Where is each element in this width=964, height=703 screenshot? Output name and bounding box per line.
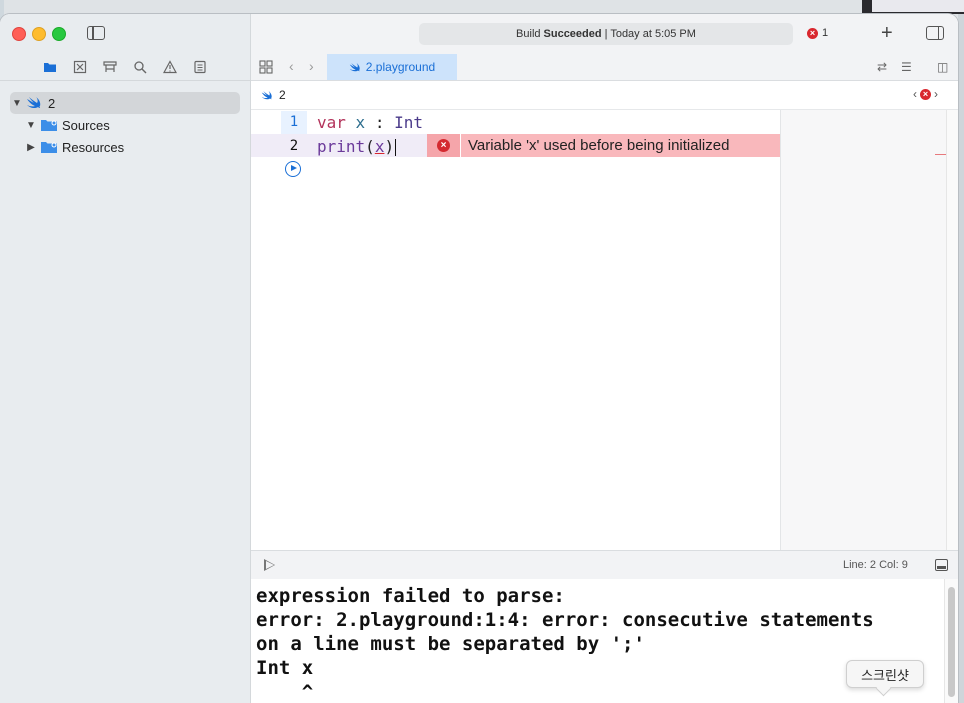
tab-playground[interactable]: 2.playground [327, 54, 457, 80]
desktop-right-edge [958, 0, 964, 703]
status-result: Succeeded [543, 28, 602, 40]
folder-icon [41, 142, 57, 153]
status-time: | Today at 5:05 PM [604, 28, 696, 40]
error-icon[interactable]: × [920, 88, 931, 100]
play-icon[interactable] [264, 559, 275, 571]
tree-item-label: Resources [62, 139, 125, 155]
previous-issue-icon[interactable]: ‹ [913, 87, 917, 101]
console-line: expression failed to parse: [256, 585, 565, 607]
report-icon[interactable] [192, 59, 208, 75]
source-control-icon[interactable] [72, 59, 88, 75]
swift-icon [27, 97, 41, 109]
results-sidebar [780, 110, 949, 550]
inspector-toggle-icon[interactable] [926, 26, 944, 40]
console-scrollbar[interactable] [944, 579, 958, 703]
source-editor[interactable]: 1 2 var x : Int print(x) × Variable 'x' … [251, 110, 780, 550]
folder-icon[interactable] [42, 59, 58, 75]
console-toggle-icon[interactable] [935, 559, 948, 571]
editor-scrollbar[interactable] [946, 110, 958, 550]
console-text: expression failed to parse: error: 2.pla… [256, 584, 874, 703]
code-line-2[interactable]: print(x) [317, 135, 397, 158]
swift-icon [349, 62, 360, 71]
swap-icon[interactable]: ⇄ [877, 60, 893, 74]
error-message: Variable 'x' used before being initializ… [468, 137, 730, 154]
window-toolbar: Build Succeeded | Today at 5:05 PM × 1 + [251, 14, 958, 55]
jump-bar: 2 ‹ × › [251, 81, 958, 110]
function-name: print [317, 137, 366, 156]
run-playground-icon[interactable] [285, 161, 301, 177]
console-line: error: 2.playground:1:4: error: consecut… [256, 609, 874, 631]
console-line: Int x [256, 657, 314, 679]
error-count: 1 [822, 27, 829, 39]
grid-icon[interactable] [259, 60, 273, 74]
folder-icon [41, 120, 57, 131]
jump-bar-item[interactable]: 2 [261, 88, 286, 102]
back-icon[interactable]: ‹ [289, 58, 294, 74]
tab-label: 2.playground [365, 60, 436, 74]
swift-icon [261, 90, 272, 99]
identifier: x [355, 113, 366, 132]
tree-item-resources[interactable]: ▶ Resources [24, 136, 124, 158]
screenshot-tooltip: 스크린샷 [846, 660, 924, 688]
tree-item-label: 2 [48, 95, 56, 111]
xcode-window: ▼ 2 ▼ Sources ▶ Resources Build Succeede… [0, 14, 958, 703]
next-issue-icon[interactable]: › [934, 87, 938, 101]
tree-item-playground[interactable]: ▼ 2 [10, 92, 240, 114]
tree-item-sources[interactable]: ▼ Sources [24, 114, 110, 136]
zoom-window-button[interactable] [52, 27, 66, 41]
text-cursor [395, 139, 397, 156]
sidebar-toggle-icon[interactable] [87, 26, 105, 40]
forward-icon[interactable]: › [309, 58, 314, 74]
colon: : [365, 113, 395, 132]
console-line: on a line must be separated by ';' [256, 633, 645, 655]
add-button[interactable]: + [881, 22, 893, 44]
background-window [862, 0, 964, 14]
search-icon[interactable] [132, 59, 148, 75]
line-number: 1 [281, 111, 307, 134]
line-column-indicator: Line: 2 Col: 9 [843, 559, 908, 571]
chevron-right-icon[interactable]: ▶ [24, 142, 38, 153]
navigator-selector-bar [0, 54, 250, 81]
chevron-down-icon[interactable]: ▼ [10, 98, 24, 109]
navigator-sidebar: ▼ 2 ▼ Sources ▶ Resources [0, 14, 251, 703]
code-line-1[interactable]: var x : Int [317, 111, 423, 134]
tab-bar: ‹ › 2.playground ⇄ ☰ ◫ [251, 54, 958, 81]
issue-navigation: ‹ × › [913, 87, 938, 101]
chevron-down-icon[interactable]: ▼ [24, 120, 38, 131]
close-window-button[interactable] [12, 27, 26, 41]
error-icon: × [437, 139, 450, 152]
editor-area: Build Succeeded | Today at 5:05 PM × 1 +… [251, 14, 958, 703]
warning-icon[interactable] [162, 59, 178, 75]
minimize-window-button[interactable] [32, 27, 46, 41]
paren: ) [384, 137, 395, 156]
keyword: var [317, 113, 346, 132]
debug-bar: Line: 2 Col: 9 [251, 550, 958, 580]
error-icon: × [807, 27, 818, 39]
status-prefix: Build [516, 28, 541, 40]
console-line: ^ [256, 681, 314, 703]
error-banner[interactable]: × Variable 'x' used before being initial… [427, 134, 780, 157]
tree-item-label: Sources [62, 117, 110, 133]
scroll-thumb[interactable] [948, 587, 955, 697]
paren: ( [365, 137, 375, 156]
argument: x [374, 137, 385, 156]
type-name: Int [394, 113, 423, 132]
error-count-badge[interactable]: × 1 [807, 27, 828, 39]
jump-bar-label: 2 [279, 88, 286, 102]
editor-options-icon[interactable]: ☰ [901, 60, 917, 74]
activity-status[interactable]: Build Succeeded | Today at 5:05 PM [419, 23, 793, 45]
split-editor-icon[interactable]: ◫ [937, 60, 953, 74]
line-number: 2 [289, 138, 299, 154]
symbol-icon[interactable] [102, 59, 118, 75]
